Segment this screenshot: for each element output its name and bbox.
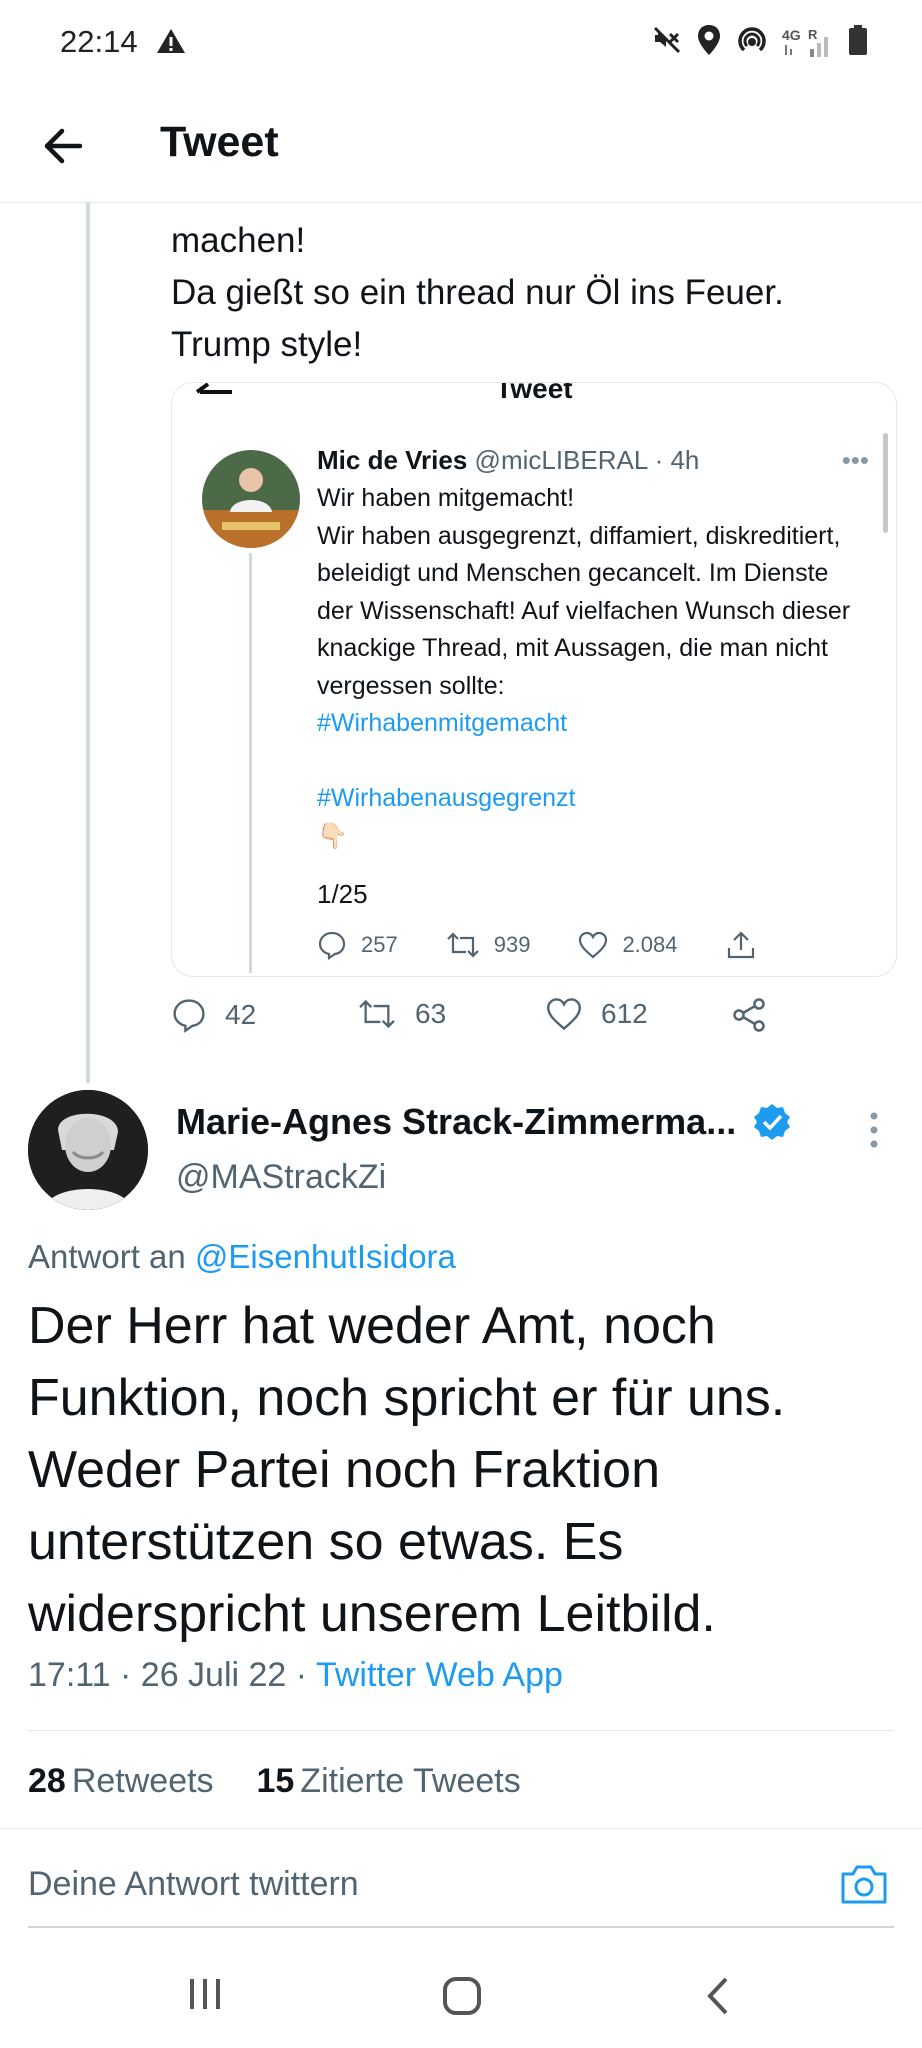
back-button[interactable] <box>38 120 90 172</box>
heart-icon <box>579 931 608 959</box>
app-bar: Tweet <box>0 90 922 203</box>
parent-tweet-text: machen! Da gießt so ein thread nur Öl in… <box>171 221 784 364</box>
share-button[interactable] <box>731 997 767 1033</box>
reply-input[interactable]: Deine Antwort twittern <box>28 1865 359 1904</box>
verified-badge-icon <box>754 1104 791 1140</box>
author-name-row: Marie-Agnes Strack-Zimmerma... <box>176 1101 792 1143</box>
location-icon <box>696 24 722 61</box>
retweet-action: 939 <box>446 930 531 960</box>
home-button[interactable] <box>442 1976 482 2021</box>
more-vertical-icon <box>870 1112 878 1148</box>
reply-action: 257 <box>317 930 398 960</box>
camera-button[interactable] <box>840 1863 888 1910</box>
retweet-count: 28 <box>28 1762 66 1800</box>
recent-apps-icon <box>190 1979 220 2009</box>
author-handle: @micLIBERAL <box>474 445 648 475</box>
status-time: 22:14 <box>60 24 138 59</box>
tweet-meta: 17:11 · 26 Juli 22 · Twitter Web App <box>28 1656 563 1695</box>
more-options-button[interactable] <box>868 1110 880 1155</box>
system-nav-bar <box>0 1946 922 2048</box>
reply-button[interactable]: 42 <box>171 997 256 1033</box>
retweet-label: Retweets <box>71 1762 214 1800</box>
status-bar: 22:14 4G R <box>0 0 922 90</box>
signal-icon: 4G R <box>782 27 834 59</box>
home-icon <box>443 1977 481 2015</box>
like-count: 2.084 <box>622 932 678 957</box>
retweets-stat[interactable]: 28 Retweets <box>28 1762 214 1800</box>
like-action: 2.084 <box>578 930 678 960</box>
embedded-tweet-text: Wir haben mitgemacht! Wir haben ausgegre… <box>317 484 851 700</box>
pointing-down-emoji: 👇🏻 <box>317 821 349 850</box>
author-name[interactable]: Marie-Agnes Strack-Zimmerma... <box>176 1101 736 1143</box>
hotspot-icon <box>736 24 768 61</box>
warning-icon <box>156 28 186 59</box>
embed-header-title: Tweet <box>495 382 573 404</box>
heart-icon <box>546 998 582 1031</box>
parent-tweet-actions: 42 63 612 <box>171 997 791 1047</box>
vibrate-off-icon <box>652 25 682 60</box>
meta-separator: · <box>295 1656 308 1694</box>
avatar[interactable] <box>28 1090 148 1210</box>
divider <box>28 1926 894 1928</box>
avatar <box>202 450 300 548</box>
scrollbar <box>883 433 888 533</box>
quote-count: 15 <box>256 1762 295 1800</box>
quote-label: Zitierte Tweets <box>300 1762 521 1800</box>
reply-context: Antwort an @EisenhutIsidora <box>28 1238 456 1276</box>
thread-line <box>249 553 252 973</box>
retweet-count: 63 <box>415 998 447 1029</box>
recent-apps-button[interactable] <box>188 1976 222 2017</box>
retweet-button[interactable]: 63 <box>357 997 446 1031</box>
embedded-tweet-header: Mic de Vries @micLIBERAL · 4h ••• <box>317 445 869 476</box>
battery-icon <box>848 24 868 61</box>
divider <box>28 1730 894 1731</box>
camera-icon <box>841 1865 887 1904</box>
quotes-stat[interactable]: 15 Zitierte Tweets <box>256 1762 520 1800</box>
retweet-count: 939 <box>493 932 531 957</box>
like-count: 612 <box>601 998 648 1029</box>
tweet-time: · 4h <box>654 445 700 475</box>
tweet-time: 17:11 <box>28 1656 111 1694</box>
reply-icon <box>173 999 205 1033</box>
author-name: Mic de Vries <box>317 445 468 475</box>
reply-icon <box>318 931 346 960</box>
arrow-left-icon <box>44 128 83 164</box>
reply-count: 257 <box>361 932 398 957</box>
meta-separator: · <box>120 1656 132 1694</box>
tweet-date: 26 Juli 22 <box>140 1656 287 1694</box>
thread-line <box>86 203 90 1083</box>
thread-counter: 1/25 <box>317 879 368 909</box>
reply-prefix: Antwort an <box>28 1238 186 1275</box>
tweet-stats: 28 Retweets 15 Zitierte Tweets <box>28 1762 521 1801</box>
retweet-icon <box>359 999 395 1029</box>
embedded-tweet: Mic de Vries @micLIBERAL · 4h ••• Wir ha… <box>317 445 869 960</box>
share-icon <box>727 931 754 959</box>
more-icon: ••• <box>841 445 869 475</box>
author-handle: @MAStrackZi <box>176 1158 387 1196</box>
tweet-source-link[interactable]: Twitter Web App <box>316 1656 563 1694</box>
reply-count: 42 <box>225 999 257 1030</box>
back-nav-button[interactable] <box>706 1976 730 2021</box>
hashtag: #Wirhabenausgegrenzt <box>317 784 576 812</box>
chevron-left-icon <box>707 1977 728 2015</box>
reply-composer: Deine Antwort twittern <box>0 1828 922 1929</box>
hashtag: #Wirhabenmitgemacht <box>317 709 568 737</box>
embed-header: Tweet <box>172 382 896 409</box>
retweet-icon <box>446 932 479 958</box>
tweet-text: Der Herr hat weder Amt, noch Funktion, n… <box>28 1297 786 1643</box>
like-button[interactable]: 612 <box>545 997 648 1031</box>
share-action <box>726 930 756 960</box>
page-title: Tweet <box>160 118 279 166</box>
reply-target-link[interactable]: @EisenhutIsidora <box>195 1238 456 1275</box>
share-icon <box>733 998 765 1032</box>
embedded-tweet-actions: 257 939 2.084 <box>317 930 857 960</box>
tweet-screenshot-image[interactable]: Tweet Mic de Vries @micLIBERAL · 4h ••• … <box>171 382 897 977</box>
